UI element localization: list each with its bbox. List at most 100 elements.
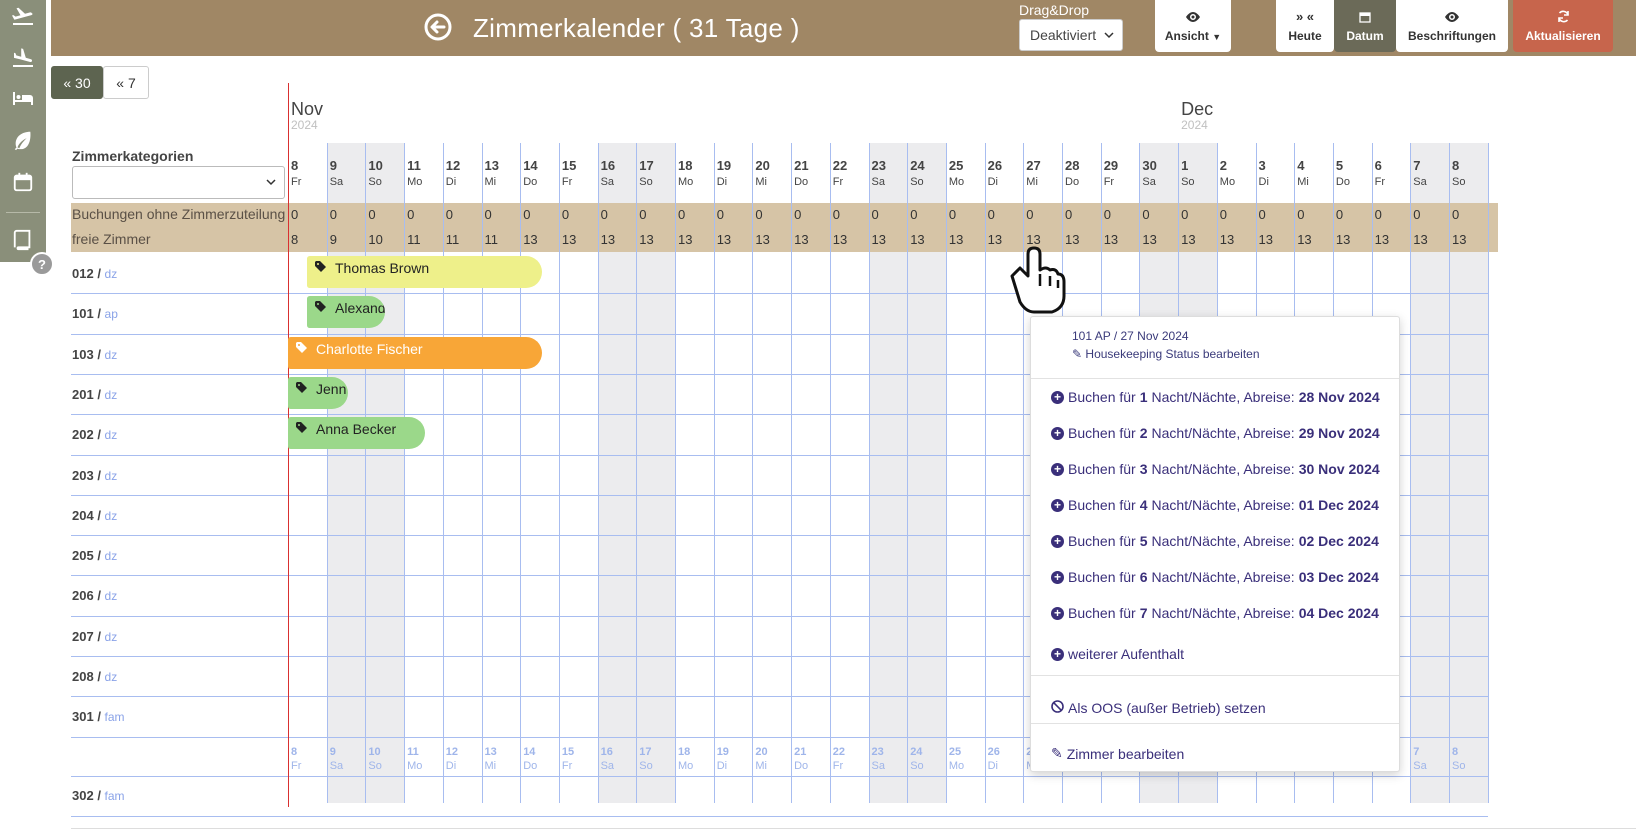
book-nights-item[interactable]: + Buchen für 2 Nacht/Nächte, Abreise: 29 Nov…	[1051, 425, 1380, 441]
room-row-label[interactable]: 301 / fam	[72, 709, 125, 724]
set-oos-item[interactable]: Als OOS (außer Betrieb) setzen	[1051, 700, 1266, 716]
room-row-label[interactable]: 206 / dz	[72, 588, 117, 603]
more-stay-item[interactable]: + weiterer Aufenthalt	[1051, 646, 1184, 662]
free-rooms-count: 13	[755, 232, 770, 247]
day-weekday: Mo	[948, 176, 965, 188]
day-weekday-footer: Mo	[948, 759, 965, 772]
room-row-label[interactable]: 302 / fam	[72, 788, 125, 803]
day-number: 5	[1335, 158, 1344, 173]
day-number: 1	[1181, 158, 1189, 173]
day-number-footer: 17	[639, 745, 652, 758]
day-number: 7	[1413, 158, 1421, 173]
day-number: 19	[716, 158, 732, 173]
room-row-label[interactable]: 204 / dz	[72, 508, 117, 523]
booking-bar[interactable]: Charlotte Fischer	[288, 336, 542, 369]
room-number: 201	[72, 386, 94, 402]
unassigned-count: 0	[1297, 207, 1305, 222]
room-row-label[interactable]: 205 / dz	[72, 548, 117, 563]
day-number: 27	[1026, 158, 1041, 173]
grid-vline	[1023, 143, 1025, 803]
tag-icon	[296, 381, 310, 397]
room-row-label[interactable]: 202 / dz	[72, 427, 117, 442]
day-weekday-footer: Fr	[832, 759, 844, 772]
chevron-down-icon	[266, 179, 276, 186]
grid-vline	[558, 143, 560, 803]
context-menu-title: 101 AP / 27 Nov 2024	[1072, 329, 1189, 343]
book-mid-text: Nacht/Nächte, Abreise:	[1151, 497, 1295, 513]
room-row-label[interactable]: 208 / dz	[72, 669, 117, 684]
room-row-label[interactable]: 207 / dz	[72, 629, 117, 644]
unassigned-count: 0	[832, 207, 841, 222]
pencil-icon: ✎	[1072, 347, 1083, 361]
room-separator: /	[93, 386, 105, 402]
booking-bar[interactable]: Jenn	[288, 376, 348, 409]
unassigned-count: 0	[368, 207, 376, 222]
day-weekday-footer: So	[910, 759, 924, 772]
day-weekday: Fr	[561, 176, 573, 188]
booking-guest-name: Anna Becker	[316, 421, 397, 438]
day-weekday: Do	[1065, 176, 1080, 188]
room-number: 301	[72, 709, 94, 725]
unassigned-count: 0	[1335, 207, 1344, 222]
booking-bar[interactable]: Alexand	[307, 296, 385, 329]
day-number: 4	[1297, 158, 1305, 173]
free-rooms-count: 13	[561, 232, 577, 247]
category-select[interactable]	[72, 166, 285, 199]
book-nights-item[interactable]: + Buchen für 1 Nacht/Nächte, Abreise: 28 Nov…	[1051, 389, 1380, 405]
unassigned-count: 0	[1181, 207, 1189, 222]
book-departure-date: 28 Nov 2024	[1298, 389, 1380, 405]
free-rooms-count: 10	[368, 232, 383, 247]
grid-vline	[868, 143, 870, 803]
free-rooms-count: 13	[1065, 232, 1080, 247]
room-number: 203	[72, 467, 94, 483]
unassigned-count: 0	[1026, 207, 1034, 222]
book-mid-text: Nacht/Nächte, Abreise:	[1151, 389, 1295, 405]
unassigned-count: 0	[987, 207, 995, 222]
day-weekday: Do	[523, 176, 538, 188]
day-weekday: Di	[716, 176, 728, 188]
room-row-label[interactable]: 201 / dz	[72, 387, 117, 402]
grid-vline	[597, 143, 599, 803]
free-rooms-count: 11	[484, 232, 499, 247]
month-label: Dec	[1181, 99, 1214, 119]
book-nights-item[interactable]: + Buchen für 4 Nacht/Nächte, Abreise: 01 Dec…	[1051, 497, 1379, 513]
room-type: dz	[104, 347, 118, 362]
book-nights-item[interactable]: + Buchen für 5 Nacht/Nächte, Abreise: 02 Dec…	[1051, 533, 1379, 549]
grid-vline	[1449, 143, 1450, 803]
grid-vline	[442, 143, 444, 803]
day-weekday-footer: So	[368, 759, 382, 772]
room-row-label[interactable]: 101 / ap	[72, 306, 118, 321]
hand-pointer-icon	[1010, 246, 1066, 314]
day-number-footer: 11	[407, 745, 419, 758]
room-separator: /	[93, 709, 105, 725]
day-number-footer: 24	[910, 745, 923, 758]
room-number: 206	[72, 588, 94, 604]
edit-room-item[interactable]: ✎ Zimmer bearbeiten	[1051, 745, 1184, 762]
booking-guest-name: Alexand	[335, 300, 385, 317]
year-label: 2024	[1181, 118, 1208, 132]
book-nights-item[interactable]: + Buchen für 7 Nacht/Nächte, Abreise: 04 Dec…	[1051, 605, 1379, 621]
day-weekday-footer: Fr	[561, 759, 573, 772]
book-nights-item[interactable]: + Buchen für 6 Nacht/Nächte, Abreise: 03 Dec…	[1051, 569, 1379, 585]
room-row-label[interactable]: 012 / dz	[72, 266, 117, 281]
book-departure-date: 29 Nov 2024	[1298, 425, 1380, 441]
room-row-label[interactable]: 103 / dz	[72, 347, 117, 362]
day-weekday: So	[368, 176, 382, 188]
day-number: 24	[910, 158, 925, 173]
housekeeping-link[interactable]: ✎ Housekeeping Status bearbeiten	[1072, 347, 1260, 361]
room-type: dz	[104, 670, 118, 684]
booking-bar[interactable]: Thomas Brown	[307, 256, 542, 288]
book-nights-count: 7	[1139, 605, 1148, 621]
room-separator: /	[93, 467, 105, 483]
day-number-footer: 10	[368, 745, 381, 758]
day-weekday-footer: Sa	[329, 759, 344, 772]
book-mid-text: Nacht/Nächte, Abreise:	[1151, 569, 1295, 585]
room-row-label[interactable]: 203 / dz	[72, 468, 117, 483]
day-weekday-footer: Di	[445, 759, 457, 772]
day-number-footer: 19	[716, 745, 729, 758]
room-type: fam	[104, 710, 125, 725]
book-prefix: Buchen für	[1068, 461, 1136, 477]
unassigned-count: 0	[1413, 207, 1421, 222]
booking-bar[interactable]: Anna Becker	[288, 417, 425, 450]
book-nights-item[interactable]: + Buchen für 3 Nacht/Nächte, Abreise: 30 Nov…	[1051, 461, 1380, 477]
